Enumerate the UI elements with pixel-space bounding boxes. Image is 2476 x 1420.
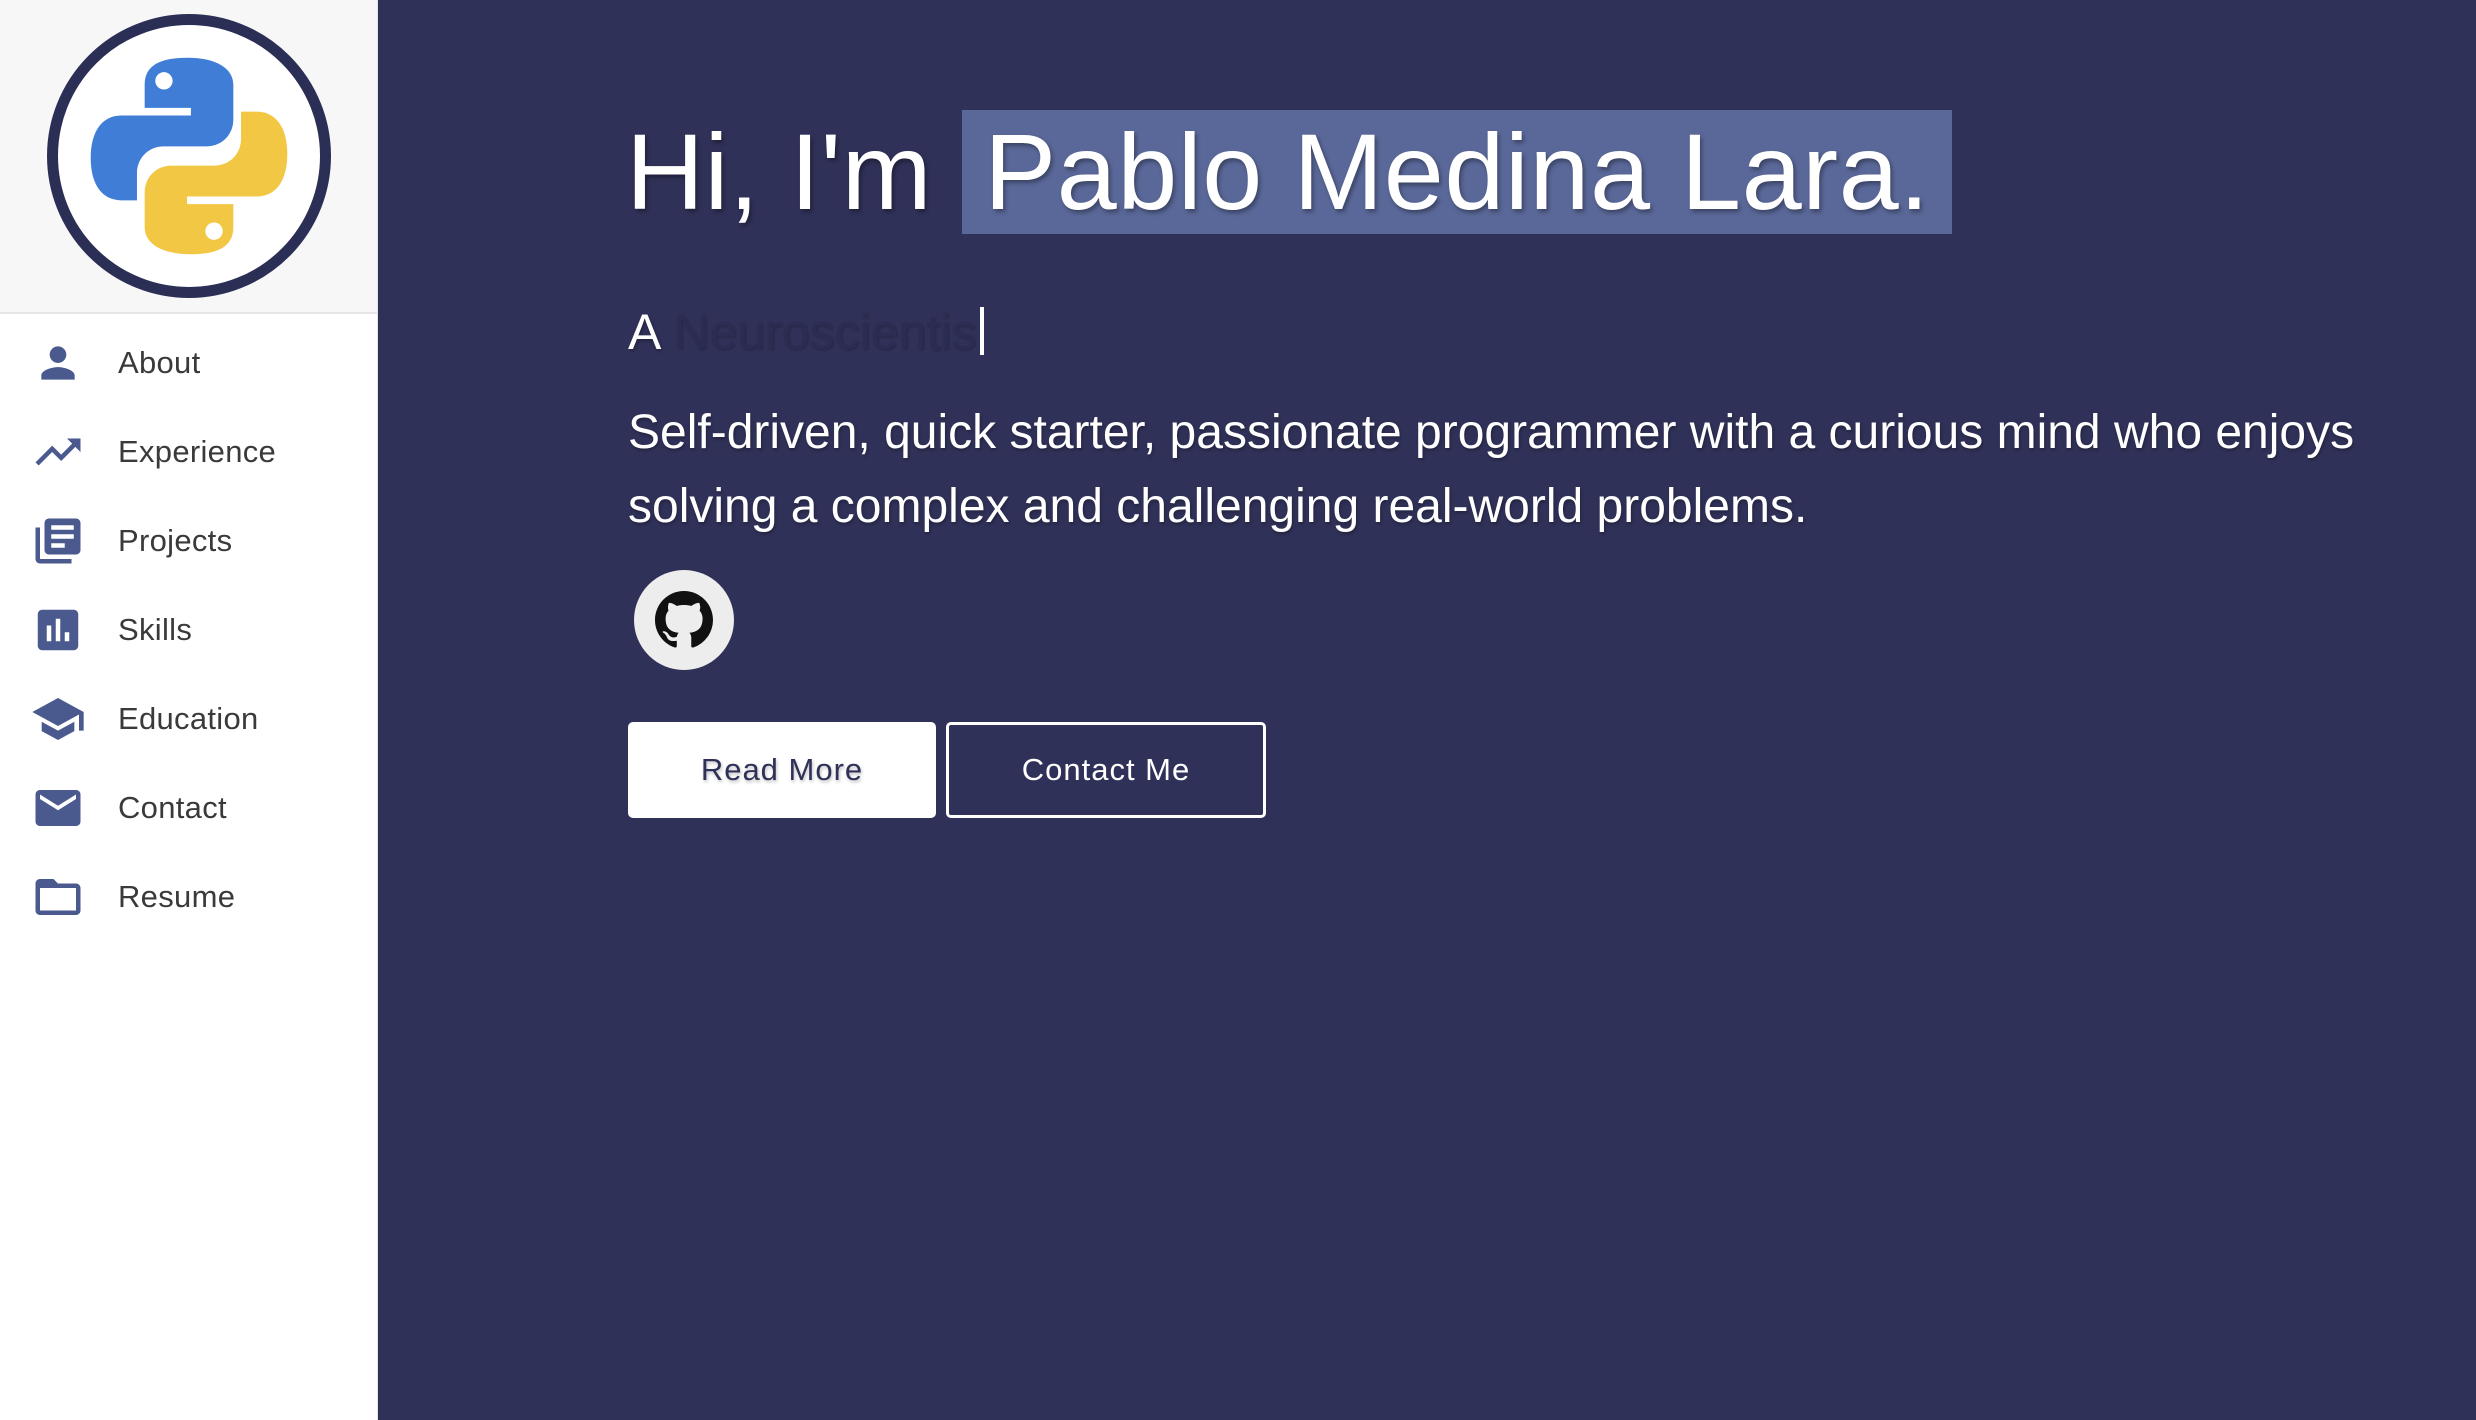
- sidebar-item-projects[interactable]: Projects: [0, 496, 377, 585]
- typing-cursor: [980, 307, 985, 355]
- app-root: About Experience Projects Skills Educati…: [0, 0, 2476, 1420]
- read-more-button[interactable]: Read More: [628, 722, 936, 818]
- graduation-cap-icon: [30, 691, 86, 747]
- python-logo-icon: [90, 57, 287, 255]
- typed-role-line: A Neuroscientis: [628, 300, 985, 364]
- sidebar: About Experience Projects Skills Educati…: [0, 0, 378, 1420]
- sidebar-item-label: Experience: [118, 433, 277, 469]
- sidebar-item-skills[interactable]: Skills: [0, 585, 377, 674]
- mail-icon: [30, 780, 86, 836]
- trending-up-icon: [30, 424, 86, 480]
- greeting-prefix: Hi, I'm: [626, 111, 933, 232]
- github-icon: [655, 591, 713, 648]
- logo-area: [0, 0, 377, 314]
- sidebar-nav: About Experience Projects Skills Educati…: [0, 314, 377, 941]
- contact-me-button[interactable]: Contact Me: [946, 722, 1266, 818]
- hero-heading: Hi, I'm Pablo Medina Lara.: [626, 108, 1952, 236]
- sidebar-item-about[interactable]: About: [0, 318, 377, 407]
- sidebar-item-label: Resume: [118, 878, 236, 914]
- typed-role: Neuroscientis: [673, 304, 977, 360]
- sidebar-item-contact[interactable]: Contact: [0, 763, 377, 852]
- hero-section: Hi, I'm Pablo Medina Lara. A Neuroscienti…: [378, 0, 2476, 1420]
- library-books-icon: [30, 513, 86, 569]
- hero-description: Self-driven, quick starter, passionate p…: [628, 406, 2355, 533]
- typed-prefix: A: [628, 304, 662, 360]
- person-icon: [30, 335, 86, 391]
- sidebar-item-label: Contact: [118, 789, 227, 825]
- sidebar-item-label: Education: [118, 700, 259, 736]
- sidebar-item-label: About: [118, 344, 201, 380]
- sidebar-item-education[interactable]: Education: [0, 674, 377, 763]
- hero-name: Pablo Medina Lara.: [962, 110, 1952, 234]
- sidebar-item-label: Skills: [118, 611, 193, 647]
- github-link-button[interactable]: [634, 570, 734, 670]
- sidebar-item-experience[interactable]: Experience: [0, 407, 377, 496]
- bar-chart-icon: [30, 602, 86, 658]
- avatar[interactable]: [46, 14, 331, 298]
- sidebar-item-label: Projects: [118, 522, 233, 558]
- folder-icon: [30, 869, 86, 925]
- sidebar-item-resume[interactable]: Resume: [0, 852, 377, 941]
